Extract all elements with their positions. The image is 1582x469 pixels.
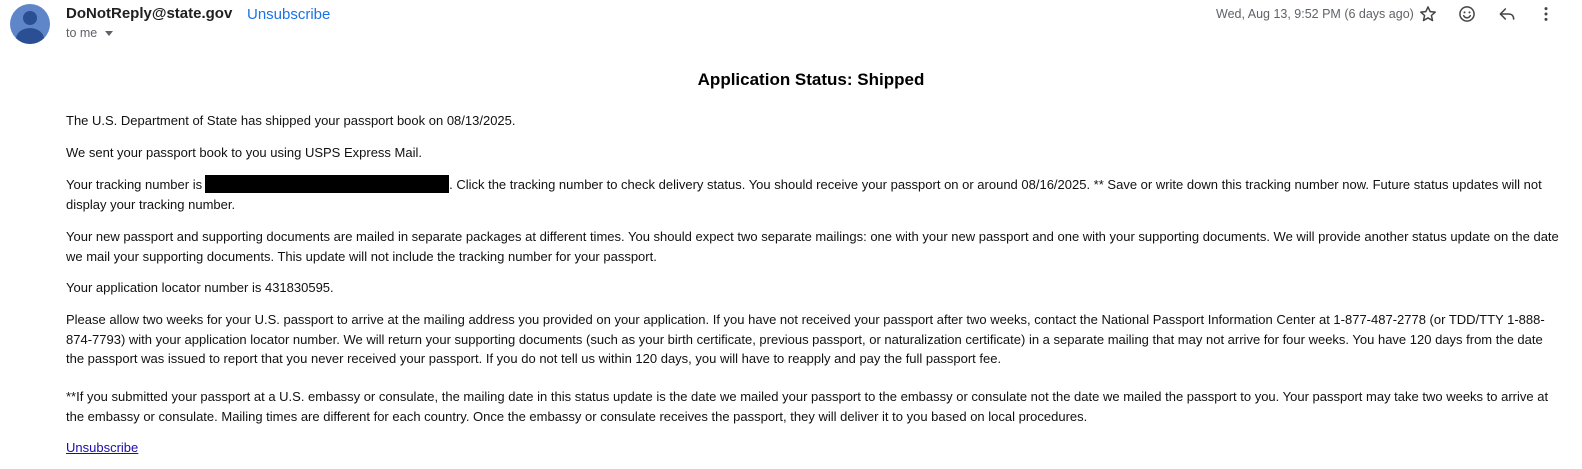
emoji-icon[interactable] — [1457, 4, 1477, 24]
chevron-down-icon[interactable] — [105, 30, 114, 36]
paragraph-tracking: Your tracking number is. Click the track… — [66, 175, 1560, 214]
sender-avatar[interactable] — [10, 4, 50, 44]
unsubscribe-link-footer[interactable]: Unsubscribe — [66, 440, 138, 455]
reply-icon[interactable] — [1497, 4, 1517, 24]
recipient-label: to me — [66, 26, 98, 40]
paragraph-delivery-method: We sent your passport book to you using … — [66, 145, 422, 160]
unsubscribe-link-header[interactable]: Unsubscribe — [247, 6, 330, 23]
avatar-body — [16, 28, 44, 44]
paragraph-locator: Your application locator number is 43183… — [66, 280, 334, 295]
email-title: Application Status: Shipped — [697, 70, 925, 89]
paragraph-embassy-note: **If you submitted your passport at a U.… — [66, 389, 1549, 424]
sender-address[interactable]: DoNotReply@state.gov — [66, 5, 232, 22]
avatar-head — [23, 11, 37, 25]
tracking-intro: Your tracking number is — [66, 177, 203, 192]
paragraph-separate-mailings: Your new passport and supporting documen… — [66, 229, 1559, 264]
message-date: Wed, Aug 13, 9:52 PM (6 days ago) — [1216, 7, 1414, 21]
tracking-number-redacted[interactable] — [205, 175, 450, 193]
recipient-toggle[interactable]: to me — [66, 26, 114, 40]
star-icon[interactable] — [1418, 4, 1438, 24]
paragraph-shipped: The U.S. Department of State has shipped… — [66, 113, 516, 128]
paragraph-allow-two-weeks: Please allow two weeks for your U.S. pas… — [66, 312, 1545, 366]
more-vert-icon[interactable] — [1536, 4, 1556, 24]
